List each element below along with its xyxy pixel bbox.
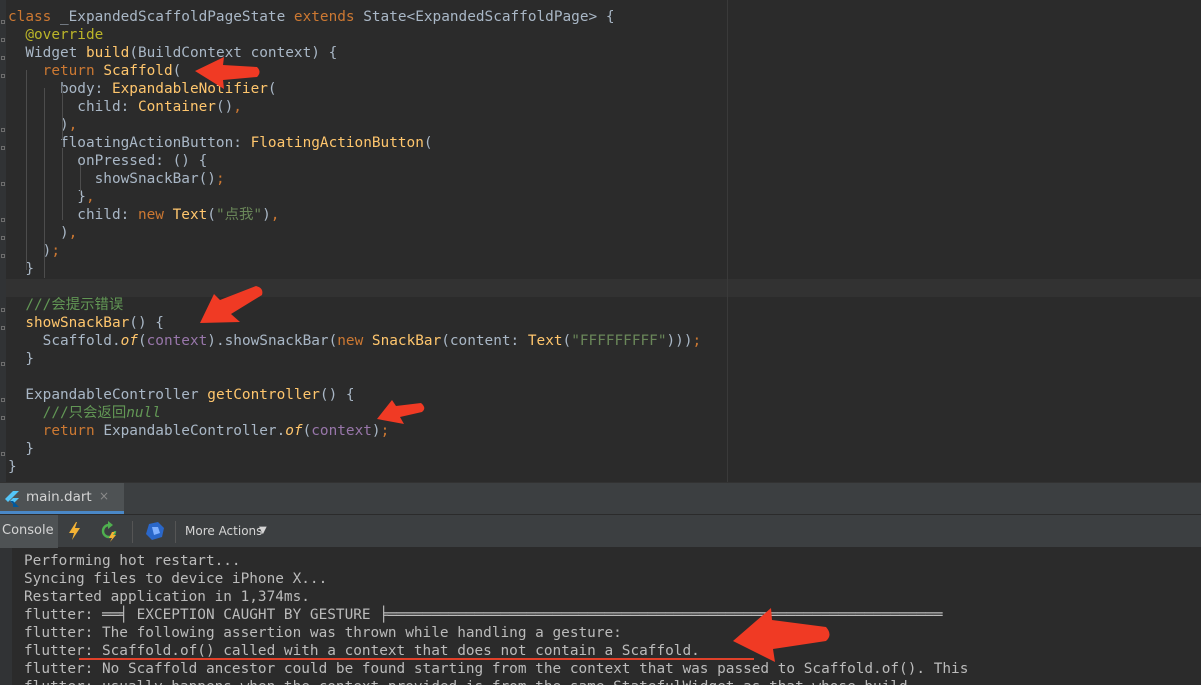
- arrow-icon: [195, 57, 260, 89]
- annotation-arrows: [195, 57, 830, 662]
- arrow-icon: [377, 400, 425, 424]
- arrow-icon: [200, 286, 263, 323]
- arrow-icon: [733, 608, 830, 662]
